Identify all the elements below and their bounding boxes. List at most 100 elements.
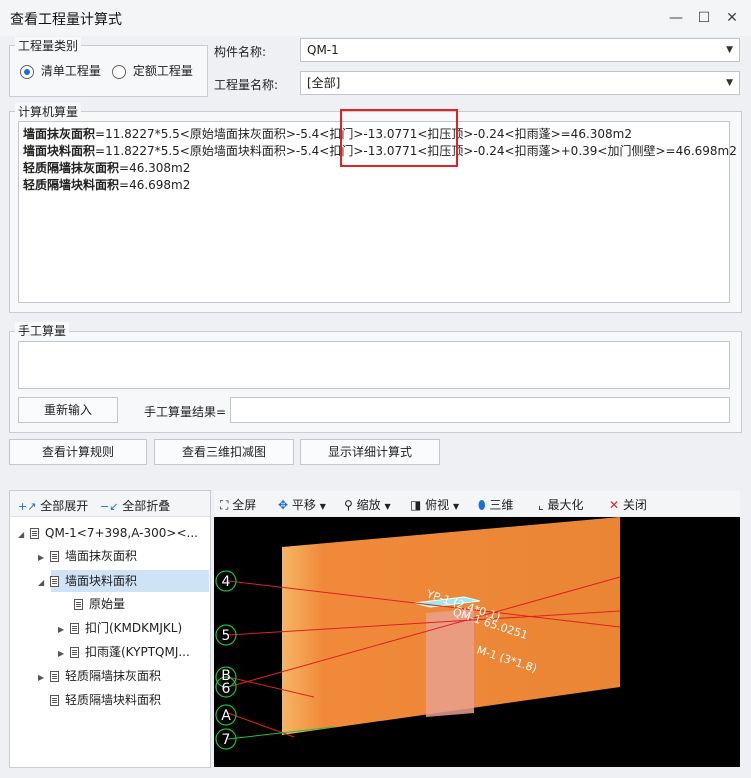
manual-result-label: 手工算量结果= [144, 405, 227, 419]
radio-bill-label: 清单工程量 [40, 64, 101, 78]
view-rules-button[interactable]: 查看计算规则 [9, 439, 147, 465]
expand-icon: +↗ [18, 500, 37, 513]
calc-line-name: 轻质隔墙抹灰面积 [23, 161, 120, 175]
radio-bill-quantity[interactable]: 清单工程量 [20, 62, 101, 79]
calc-line-formula: =46.308m2 [119, 161, 191, 175]
document-icon [70, 623, 79, 634]
chevron-down-icon: ▼ [726, 45, 733, 55]
tree-node-wall-plaster[interactable]: ▶ 墙面抹灰面积 [38, 545, 137, 567]
document-icon [74, 599, 83, 610]
magnifier-icon: ⚲ [344, 498, 353, 512]
manual-calc-input[interactable] [18, 341, 730, 389]
maximize-view-label: 最大化 [547, 498, 584, 512]
manual-result-field[interactable] [230, 397, 730, 423]
view-3d-deduction-button[interactable]: 查看三维扣减图 [154, 439, 294, 465]
close-button[interactable]: ✕ [718, 6, 746, 30]
reenter-button[interactable]: 重新输入 [18, 397, 118, 423]
expand-all-button[interactable]: +↗ 全部展开 [18, 497, 88, 514]
calc-line: 轻质隔墙块料面积=46.698m2 [23, 177, 729, 194]
caret-down-icon: ◢ [38, 578, 45, 587]
pan-label: 平移 [291, 498, 316, 512]
caret-right-icon: ▶ [58, 649, 65, 658]
chevron-down-icon: ▼ [726, 78, 733, 88]
maximize-icon: ⌞ [538, 498, 544, 512]
collapse-all-button[interactable]: −↙ 全部折叠 [100, 497, 170, 514]
tree-node-label: 扣雨蓬(KYPTQMJ... [85, 645, 190, 659]
tree-node-label: 轻质隔墙抹灰面积 [65, 669, 162, 683]
radio-quota-quantity[interactable]: 定额工程量 [112, 62, 193, 79]
computer-calc-label: 计算机算量 [15, 103, 82, 120]
maximize-view-button[interactable]: ⌞ 最大化 [538, 496, 583, 513]
tree-node-deduct-canopy[interactable]: ▶ 扣雨蓬(KYPTQMJ... [58, 641, 190, 663]
axis-label: A [221, 708, 231, 724]
tree-node-label: 墙面抹灰面积 [65, 549, 138, 563]
window-title: 查看工程量计算式 [10, 12, 122, 28]
tree-node-deduct-door[interactable]: ▶ 扣门(KMDKMJKL) [58, 617, 182, 639]
collapse-icon: −↙ [100, 500, 119, 513]
caret-right-icon: ▶ [38, 553, 45, 562]
calc-line-formula: =46.698m2 [119, 178, 191, 192]
quantity-type-label: 工程量类别 [15, 37, 82, 54]
calc-line-name: 墙面块料面积 [23, 144, 96, 158]
tree-node-wall-tile[interactable]: ◢ 墙面块料面积 [38, 570, 137, 592]
tree-node-label: 原始量 [89, 597, 126, 611]
axis-label: 6 [222, 681, 231, 697]
fullscreen-button[interactable]: ⛶ 全屏 [220, 496, 256, 513]
radio-quota-indicator[interactable] [112, 64, 126, 79]
cube-3d-icon: ⬮ [478, 498, 486, 512]
chevron-down-icon: ▼ [384, 502, 391, 511]
axis-label: 5 [222, 628, 231, 644]
component-name-value: QM-1 [307, 43, 339, 57]
close-view-button[interactable]: ✕ 关闭 [609, 496, 647, 513]
three-d-scene: 4 5 B 6 A 7 YP-1 (2.4*0.1) QM-1 65.0251 … [215, 517, 621, 750]
pan-button[interactable]: ✥ 平移 ▼ [278, 496, 326, 513]
component-name-select[interactable]: QM-1 ▼ [300, 38, 740, 62]
tree-node-label: QM-1<7+398,A-300><... [45, 526, 198, 540]
close-icon: ✕ [609, 498, 620, 512]
show-detail-formula-button[interactable]: 显示详细计算式 [300, 439, 440, 465]
three-d-viewport[interactable]: 4 5 B 6 A 7 YP-1 (2.4*0.1) QM-1 65.0251 … [214, 517, 740, 767]
quantity-name-value: [全部] [307, 76, 341, 90]
quantity-name-select[interactable]: [全部] ▼ [300, 71, 740, 95]
three-d-label: 三维 [489, 498, 514, 512]
fullscreen-label: 全屏 [232, 498, 257, 512]
document-icon [70, 647, 79, 658]
caret-right-icon: ▶ [38, 673, 45, 682]
manual-calc-label: 手工算量 [15, 322, 70, 339]
expand-all-label: 全部展开 [40, 499, 89, 513]
axis-label: 4 [222, 574, 231, 590]
tree-node-root[interactable]: ◢ QM-1<7+398,A-300><... [18, 522, 198, 544]
chevron-down-icon: ▼ [453, 502, 460, 511]
document-icon [50, 576, 59, 587]
move-icon: ✥ [278, 498, 289, 512]
radio-bill-indicator[interactable] [20, 64, 34, 79]
close-view-label: 关闭 [622, 498, 647, 512]
document-icon [50, 695, 59, 706]
tree-node-label: 轻质隔墙块料面积 [65, 693, 162, 707]
document-icon [50, 551, 59, 562]
collapse-all-label: 全部折叠 [122, 499, 171, 513]
axis-label: 7 [222, 732, 231, 748]
tree-node-label: 扣门(KMDKMJKL) [85, 621, 183, 635]
tree-node-original[interactable]: 原始量 [62, 593, 125, 615]
maximize-button[interactable]: ☐ [690, 6, 718, 30]
document-icon [30, 528, 39, 539]
caret-down-icon: ◢ [18, 530, 25, 539]
zoom-label: 缩放 [356, 498, 381, 512]
chevron-down-icon: ▼ [319, 502, 326, 511]
tree-node-label: 墙面块料面积 [65, 574, 138, 588]
tree-node-light-tile[interactable]: 轻质隔墙块料面积 [38, 689, 161, 711]
three-d-button[interactable]: ⬮ 三维 [478, 496, 513, 513]
top-view-label: 俯视 [425, 498, 450, 512]
quantity-name-label: 工程量名称: [214, 78, 279, 92]
highlight-box [340, 109, 458, 167]
fullscreen-icon: ⛶ [220, 498, 229, 512]
tree-node-light-plaster[interactable]: ▶ 轻质隔墙抹灰面积 [38, 665, 161, 687]
component-name-label: 构件名称: [214, 45, 267, 59]
minimize-button[interactable]: — [662, 6, 690, 30]
axis-line [227, 726, 335, 740]
zoom-button[interactable]: ⚲ 缩放 ▼ [344, 496, 391, 513]
top-view-icon: ◨ [410, 498, 422, 512]
caret-right-icon: ▶ [58, 625, 65, 634]
top-view-button[interactable]: ◨ 俯视 ▼ [410, 496, 459, 513]
